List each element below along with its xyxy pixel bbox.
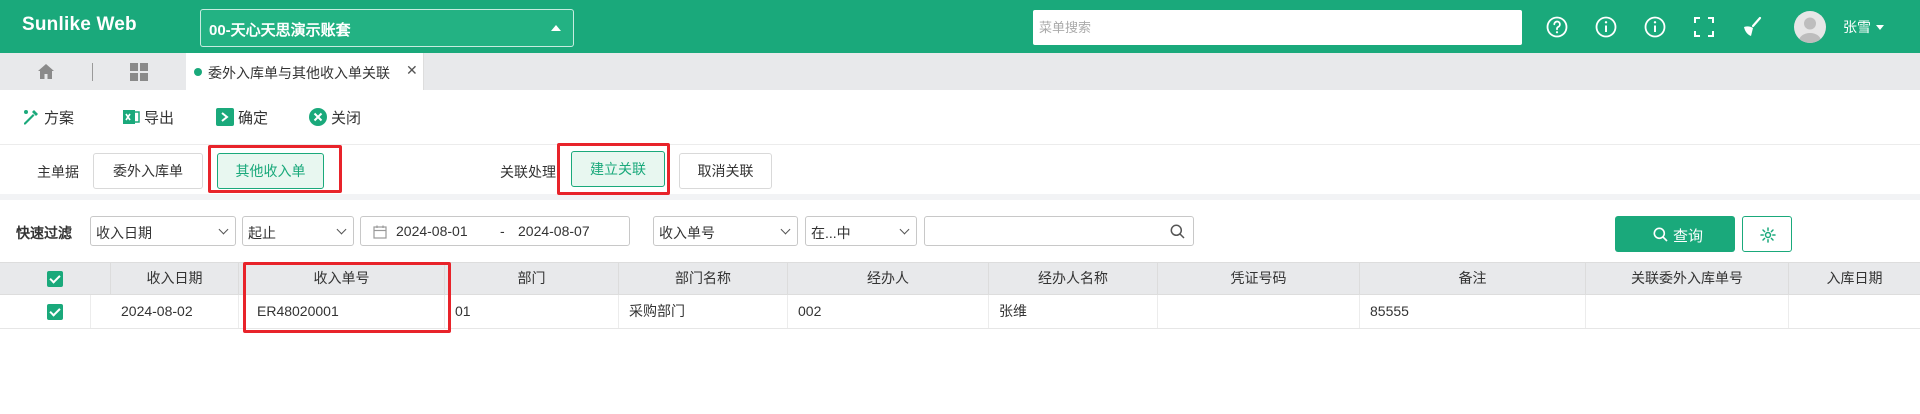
query-label: 查询 [1673,228,1704,245]
toolbar: 方案 导出 确定 关闭 [0,90,1920,144]
filter-field-value: 收入日期 [96,225,152,241]
brand-logo: Sunlike Web [22,14,137,35]
column-header[interactable]: 备注 [1360,263,1586,294]
master-doc-label: 主单据 [37,164,79,180]
info-icon[interactable] [1594,15,1618,39]
account-name: 00-天心天思演示账套 [209,22,351,39]
close-circle-icon [309,108,327,126]
outsourced-receipt-button[interactable]: 委外入库单 [93,153,203,189]
caret-up-icon [551,25,561,31]
table-header: 收入日期 收入单号 部门 部门名称 经办人 经办人名称 凭证号码 备注 关联委外… [0,262,1920,295]
cell-income-date: 2024-08-02 [111,295,239,328]
filter-operator2-select[interactable]: 在...中 [805,216,917,246]
checkbox-checked-icon[interactable] [47,271,63,287]
avatar[interactable] [1794,11,1826,43]
query-button[interactable]: 查询 [1615,216,1735,252]
column-header[interactable]: 经办人 [788,263,989,294]
date-range-picker[interactable]: 2024-08-01 - 2024-08-07 [360,216,630,246]
scheme-icon [24,110,38,125]
confirm-icon [216,108,234,126]
tab-home[interactable] [0,53,92,90]
quick-filter-bar: 快速过滤 收入日期 起止 2024-08-01 - 2024-08-07 收入单… [0,200,1920,262]
cell-handler: 002 [788,295,989,328]
column-header[interactable]: 收入日期 [111,263,239,294]
search-icon [1653,227,1668,242]
cancel-link-button[interactable]: 取消关联 [679,153,772,189]
about-icon[interactable] [1643,15,1667,39]
cell-handler-name: 张维 [989,295,1158,328]
column-header[interactable]: 经办人名称 [989,263,1158,294]
chevron-down-icon [218,224,229,235]
date-from[interactable]: 2024-08-01 [396,223,468,239]
search-icon[interactable] [1170,224,1185,239]
chevron-down-icon [899,224,910,235]
caret-down-icon[interactable] [1876,25,1884,30]
close-label: 关闭 [331,110,362,127]
cell-department-name: 采购部门 [619,295,788,328]
chevron-down-icon [336,224,347,235]
menu-search-input[interactable] [1033,10,1522,45]
filter-settings-button[interactable] [1742,216,1792,252]
filter-field2-value: 收入单号 [659,225,715,241]
cell-remark: 85555 [1360,295,1586,328]
filter-operator-select[interactable]: 起止 [242,216,354,246]
link-process-label: 关联处理 [500,164,556,180]
close-icon[interactable]: ✕ [406,62,418,79]
cell-storage-date [1789,295,1920,328]
filter-field2-select[interactable]: 收入单号 [653,216,798,246]
fullscreen-icon[interactable] [1692,15,1716,39]
filter-operator-value: 起止 [248,225,276,241]
cell-linked-receipt [1586,295,1789,328]
row-select[interactable] [0,295,91,328]
other-income-button[interactable]: 其他收入单 [217,153,324,189]
excel-icon [123,110,140,124]
clear-cache-icon[interactable] [1740,15,1764,39]
tab-apps[interactable] [93,53,185,90]
cell-income-number: ER48020001 [239,295,445,328]
column-header[interactable]: 关联委外入库单号 [1586,263,1789,294]
help-icon[interactable] [1545,15,1569,39]
date-separator: - [500,223,505,239]
filter-value-input[interactable] [924,216,1194,246]
column-header[interactable]: 部门 [445,263,619,294]
export-label: 导出 [144,110,175,127]
gear-icon [1760,227,1776,243]
home-icon [38,64,54,79]
column-header[interactable]: 收入单号 [239,263,445,294]
user-name[interactable]: 张雪 [1843,17,1871,37]
filter-operator2-value: 在...中 [811,225,851,241]
tab-label: 委外入库单与其他收入单关联 [208,65,390,81]
header-select-all[interactable] [0,263,111,294]
column-header[interactable]: 入库日期 [1789,263,1920,294]
cell-voucher-number [1158,295,1360,328]
account-selector[interactable]: 00-天心天思演示账套 [200,9,574,47]
chevron-down-icon [780,224,791,235]
calendar-icon [373,225,387,239]
confirm-label: 确定 [238,110,269,127]
column-header[interactable]: 凭证号码 [1158,263,1360,294]
filter-field-select[interactable]: 收入日期 [90,216,236,246]
scheme-label: 方案 [44,110,75,127]
association-panel: 主单据 委外入库单 其他收入单 关联处理 建立关联 取消关联 [0,143,1920,195]
create-link-button[interactable]: 建立关联 [571,151,665,187]
date-to[interactable]: 2024-08-07 [518,223,590,239]
quick-filter-label: 快速过滤 [16,225,72,241]
income-table: 收入日期 收入单号 部门 部门名称 经办人 经办人名称 凭证号码 备注 关联委外… [0,262,1920,414]
tab-outsourced-link[interactable]: 委外入库单与其他收入单关联 ✕ [186,53,424,90]
column-header[interactable]: 部门名称 [619,263,788,294]
checkbox-checked-icon[interactable] [47,304,63,320]
table-row[interactable]: 2024-08-02 ER48020001 01 采购部门 002 张维 855… [0,295,1920,329]
tab-bar: 委外入库单与其他收入单关联 ✕ [0,53,1920,90]
cell-department: 01 [445,295,619,328]
apps-grid-icon [130,63,148,81]
active-dot-icon [194,68,202,76]
app-header: Sunlike Web 00-天心天思演示账套 张雪 [0,0,1920,53]
